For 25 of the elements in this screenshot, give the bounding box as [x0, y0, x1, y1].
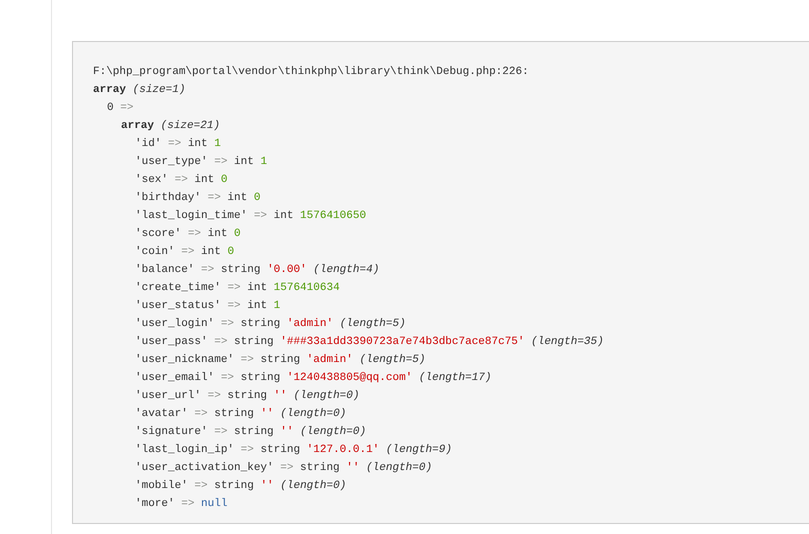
code-line: 'user_url' => string '' (length=0): [134, 389, 360, 404]
code-line: array (size=21): [120, 119, 222, 134]
code-line: 'coin' => int 0: [134, 245, 236, 260]
code-line: 'mobile' => string '' (length=0): [134, 479, 348, 494]
code-line: 'user_type' => int 1: [134, 155, 268, 170]
code-line: 'more' => null: [134, 497, 228, 512]
code-line: 'signature' => string '' (length=0): [134, 425, 368, 440]
code-line: array (size=1): [93, 83, 186, 98]
code-line: 'birthday' => int 0: [134, 191, 262, 206]
code-line: 'last_login_ip' => string '127.0.0.1' (length=9): [134, 443, 453, 458]
code-line: 'last_login_time' => int 1576410650: [134, 209, 368, 224]
code-line: 'avatar' => string '' (length=0): [134, 407, 348, 422]
code-line: 0 =>: [106, 101, 134, 116]
code-line: 'sex' => int 0: [134, 173, 228, 188]
code-line: 'user_email' => string '1240438805@qq.com' (length=17): [134, 371, 493, 386]
code-line: 'balance' => string '0.00' (length=4): [134, 263, 380, 278]
code-line: 'user_status' => int 1: [134, 299, 282, 314]
code-line: 'id' => int 1: [134, 137, 222, 152]
code-line: 'user_login' => string 'admin' (length=5): [134, 317, 407, 332]
code-line: 'score' => int 0: [134, 227, 242, 242]
code-line: 'create_time' => int 1576410634: [134, 281, 341, 296]
code-line: 'user_activation_key' => string '' (length=0): [134, 461, 434, 476]
file-path: F:\php_program\portal\vendor\thinkphp\library\think\Debug.php:226:: [93, 65, 530, 80]
code-line: 'user_pass' => string '###33a1dd3390723a7e74b3dbc7ace87c75' (length=35): [134, 335, 605, 350]
code-line: 'user_nickname' => string 'admin' (length=5): [134, 353, 427, 368]
